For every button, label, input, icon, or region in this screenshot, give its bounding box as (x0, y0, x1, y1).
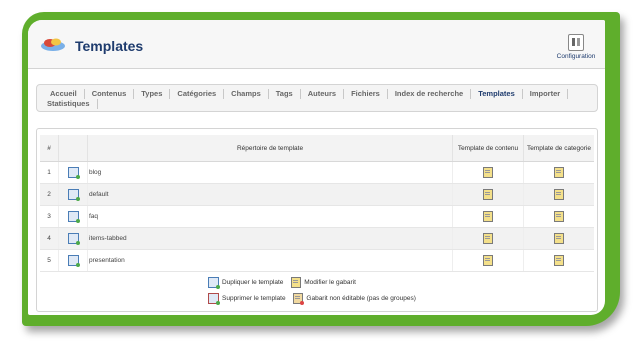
tab-importer[interactable]: Importer (523, 89, 569, 99)
table-row: 3 faq (40, 205, 594, 228)
table-header-row: # Répertoire de template Template de con… (40, 135, 594, 162)
tab-statistiques[interactable]: Statistiques (47, 99, 98, 109)
edit-category-template-icon[interactable] (554, 233, 564, 244)
table-row: 2 default (40, 183, 594, 206)
main-tabs: Accueil Contenus Types Catégories Champs Tags… (36, 84, 598, 112)
row-number: 5 (40, 249, 59, 272)
templates-table: # Répertoire de template Template de con… (40, 135, 594, 272)
edit-content-template-icon[interactable] (483, 211, 493, 222)
template-directory-name: default (87, 183, 453, 206)
tab-fichiers[interactable]: Fichiers (344, 89, 388, 99)
configuration-icon (568, 34, 584, 51)
legend-duplicate-label: Dupliquer le template (222, 279, 284, 286)
templates-logo-icon (41, 38, 65, 51)
tab-categories[interactable]: Catégories (170, 89, 225, 99)
edit-content-template-icon[interactable] (483, 233, 493, 244)
duplicate-template-icon[interactable] (67, 211, 80, 223)
column-header-directory: Répertoire de template (87, 135, 453, 162)
page-header: Templates Configuration (28, 20, 605, 69)
admin-panel: Templates Configuration Accueil Contenus T… (28, 20, 605, 315)
table-row: 5 presentation (40, 249, 594, 272)
row-number: 3 (40, 205, 59, 228)
configuration-label: Configuration (556, 53, 596, 60)
duplicate-template-legend-icon (208, 276, 220, 289)
tab-tags[interactable]: Tags (269, 89, 301, 99)
edit-content-template-icon[interactable] (483, 167, 493, 178)
legend-delete-label: Supprimer le template (222, 295, 286, 302)
template-directory-name: presentation (87, 249, 453, 272)
page-title: Templates (75, 38, 144, 54)
tab-contenus[interactable]: Contenus (85, 89, 135, 99)
tab-templates[interactable]: Templates (471, 89, 523, 99)
non-editable-template-legend-icon (293, 292, 305, 305)
table-row: 1 blog (40, 161, 594, 184)
duplicate-template-icon[interactable] (67, 167, 80, 179)
row-number: 2 (40, 183, 59, 206)
tab-auteurs[interactable]: Auteurs (301, 89, 345, 99)
column-header-category-template: Template de categorie (523, 135, 594, 162)
edit-template-legend-icon (291, 276, 302, 288)
column-header-icon (58, 135, 88, 162)
duplicate-template-icon[interactable] (67, 255, 80, 267)
row-number: 4 (40, 227, 59, 250)
delete-template-legend-icon (208, 292, 220, 305)
template-directory-name: blog (87, 161, 453, 184)
edit-content-template-icon[interactable] (483, 255, 493, 266)
edit-category-template-icon[interactable] (554, 211, 564, 222)
template-directory-name: faq (87, 205, 453, 228)
tab-index-de-recherche[interactable]: Index de recherche (388, 89, 472, 99)
table-row: 4 items-tabbed (40, 227, 594, 250)
legend-noneditable-label: Gabarit non éditable (pas de groupes) (306, 295, 416, 302)
template-directory-name: items-tabbed (87, 227, 453, 250)
column-header-number: # (40, 135, 59, 162)
legend-edit-label: Modifier le gabarit (304, 279, 356, 286)
edit-content-template-icon[interactable] (483, 189, 493, 200)
icon-legend: Dupliquer le template Modifier le gabari… (208, 275, 422, 307)
tab-champs[interactable]: Champs (224, 89, 269, 99)
tab-types[interactable]: Types (134, 89, 171, 99)
column-header-content-template: Template de contenu (452, 135, 524, 162)
configuration-button[interactable]: Configuration (553, 34, 599, 60)
duplicate-template-icon[interactable] (67, 189, 80, 201)
duplicate-template-icon[interactable] (67, 233, 80, 245)
edit-category-template-icon[interactable] (554, 189, 564, 200)
edit-category-template-icon[interactable] (554, 255, 564, 266)
row-number: 1 (40, 161, 59, 184)
tab-accueil[interactable]: Accueil (43, 89, 85, 99)
edit-category-template-icon[interactable] (554, 167, 564, 178)
